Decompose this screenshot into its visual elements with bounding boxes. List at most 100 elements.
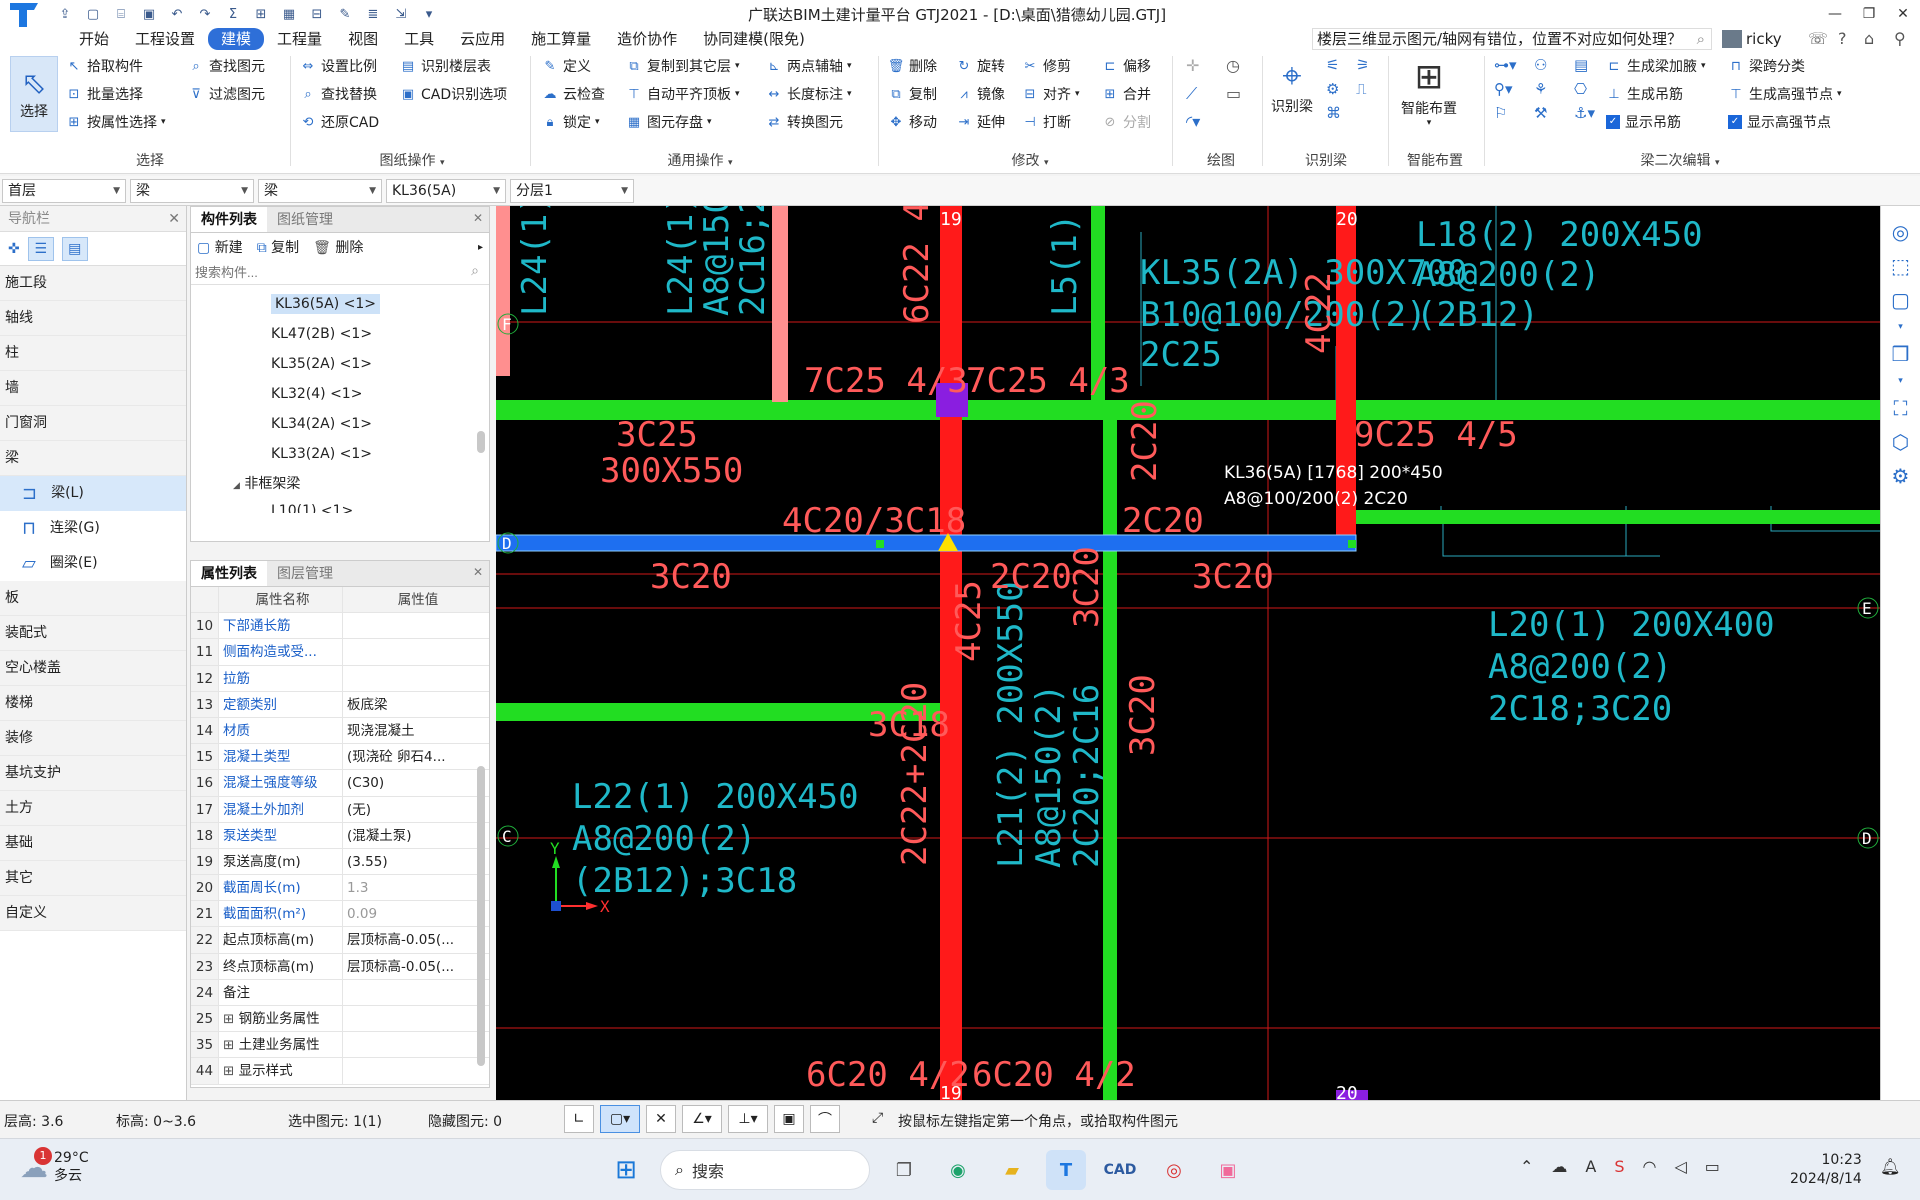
curve-toggle-icon[interactable]: ⌒ (810, 1105, 840, 1133)
redo-icon[interactable]: ↷ (194, 3, 216, 25)
bilibili-icon[interactable]: ▣ (1208, 1150, 1248, 1190)
minimize-button[interactable]: — (1818, 0, 1852, 28)
beam-edit-7-icon[interactable]: ⚐ (1494, 104, 1534, 122)
customize-icon[interactable]: ▾ (418, 3, 440, 25)
cross-toggle-icon[interactable]: ✕ (646, 1105, 676, 1133)
file-explorer-icon[interactable]: ▰ (992, 1150, 1032, 1190)
generate-high-strength-node-button[interactable]: ⊤ 生成高强节点 ▾ (1728, 82, 1841, 106)
beam-edit-1-icon[interactable]: ⊶▾ (1494, 56, 1534, 74)
close-button[interactable]: ✕ (1886, 0, 1920, 28)
fullscreen-icon[interactable]: ⛶ (1894, 396, 1908, 420)
point-draw-icon[interactable]: ✛ (1186, 56, 1226, 78)
two-point-axis-button[interactable]: ⊾ 两点辅轴 ▾ (766, 54, 852, 78)
settings-view-icon[interactable]: ⚙ (1892, 464, 1910, 488)
property-row[interactable]: 17 混凝土外加剂 (无) (191, 796, 489, 823)
find-element-button[interactable]: ⌕ 查找图元 (188, 54, 265, 78)
report-icon[interactable]: ⊞ (250, 3, 272, 25)
cad-app-icon[interactable]: CAD (1100, 1150, 1140, 1190)
property-value[interactable] (343, 1032, 489, 1057)
cad-drawing[interactable]: 19 20 19 20 F D C E D KL35(2A) 300X700 B… (496, 206, 1880, 1100)
detail-view-icon[interactable]: ▤ (61, 236, 88, 261)
netease-music-icon[interactable]: ◎ (1154, 1150, 1194, 1190)
property-row[interactable]: 12 拉筋 (191, 665, 489, 692)
drawing-canvas[interactable]: 19 20 19 20 F D C E D KL35(2A) 300X700 B… (496, 206, 1880, 1100)
layer-icon[interactable]: ≣ (362, 3, 384, 25)
nav-item-other[interactable]: 其它 (0, 861, 186, 896)
input-method-icon[interactable]: A (1585, 1157, 1596, 1176)
tab-cost-collab[interactable]: 造价协作 (604, 28, 690, 50)
nav-item-column[interactable]: 柱 (0, 336, 186, 371)
restore-button[interactable]: ❐ (1852, 0, 1886, 28)
property-row[interactable]: 19 泵送高度(m) (3.55) (191, 848, 489, 876)
tree-item-kl32[interactable]: KL32(4) <1> (191, 379, 489, 409)
arc-draw-icon[interactable]: ◜▾ (1186, 112, 1226, 134)
close-icon[interactable]: ✕ (473, 211, 483, 225)
property-value[interactable]: 板底梁 (343, 692, 489, 717)
property-value[interactable] (343, 1006, 489, 1031)
nav-item-foundation[interactable]: 基础 (0, 826, 186, 861)
set-scale-button[interactable]: ⇔ 设置比例 (300, 54, 379, 78)
scrollbar[interactable] (477, 431, 485, 453)
pick-component-button[interactable]: ↖ 拾取构件 (66, 54, 166, 78)
pen-icon[interactable]: ✎ (334, 3, 356, 25)
nav-item-beam[interactable]: 梁 (0, 441, 186, 476)
tree-group-non-frame[interactable]: ◢ 非框架梁 (191, 469, 489, 499)
delete-component-button[interactable]: 🗑︎ 删除 (313, 237, 363, 257)
property-row[interactable]: 25 ⊞ 钢筋业务属性 (191, 1006, 489, 1033)
rotate-point-icon[interactable]: ◷ (1226, 56, 1266, 78)
nav-item-stairs[interactable]: 楼梯 (0, 686, 186, 721)
wps-icon[interactable]: S (1614, 1157, 1624, 1176)
restore-cad-button[interactable]: ⟲ 还原CAD (300, 110, 380, 134)
expand-plus-icon[interactable]: ⊞ (223, 1063, 239, 1079)
copy-to-other-floor-button[interactable]: ⧉ 复制到其它层 ▾ (626, 54, 739, 78)
tab-project-settings[interactable]: 工程设置 (122, 28, 208, 50)
box-view-icon[interactable]: ❒ (1892, 342, 1910, 366)
tab-drawing-management[interactable]: 图纸管理 (267, 207, 343, 232)
beam-edit-2-icon[interactable]: ⚇ (1534, 56, 1574, 74)
group-label-common[interactable]: 通用操作 ▾ (650, 150, 750, 170)
undo-icon[interactable]: ↶ (166, 3, 188, 25)
display-toggle-icon[interactable]: ▣ (774, 1105, 804, 1133)
filter-element-button[interactable]: ⊽ 过滤图元 (188, 82, 265, 106)
generate-haunch-button[interactable]: ⊏ 生成梁加腋 ▾ (1606, 54, 1706, 78)
property-row[interactable]: 23 终点顶标高(m) 层顶标高-0.05(... (191, 953, 489, 980)
property-value[interactable]: (混凝土泵) (343, 823, 489, 848)
tab-collab-modeling[interactable]: 协同建模(限免) (690, 28, 818, 50)
nav-item-openings[interactable]: 门窗洞 (0, 406, 186, 441)
merge-button[interactable]: ⊞ 合并 (1102, 82, 1151, 106)
property-row[interactable]: 13 定额类别 板底梁 (191, 691, 489, 718)
break-button[interactable]: ⊣ 打断 (1022, 110, 1080, 134)
table-icon[interactable]: ▦ (278, 3, 300, 25)
tab-start[interactable]: 开始 (66, 28, 122, 50)
onedrive-icon[interactable]: ☁ (1551, 1157, 1567, 1176)
view-dropdown-icon[interactable]: ▾ (1898, 376, 1903, 386)
tray-chevron-icon[interactable]: ⌃ (1520, 1157, 1533, 1176)
recog-option-5-icon[interactable]: ⌘ (1326, 104, 1356, 122)
tree-item-l10[interactable]: L10(1) <1> (191, 499, 489, 513)
property-value[interactable]: (无) (343, 797, 489, 822)
property-value[interactable] (343, 613, 489, 638)
select-by-property-button[interactable]: ⊞ 按属性选择 ▾ (66, 110, 166, 134)
tab-view[interactable]: 视图 (335, 28, 391, 50)
property-row[interactable]: 18 泵送类型 (混凝土泵) (191, 822, 489, 849)
property-row[interactable]: 21 截面面积(m²) 0.09 (191, 901, 489, 928)
property-value[interactable]: 层顶标高-0.05(... (343, 954, 489, 979)
orbit-icon[interactable]: ◎ (1892, 220, 1909, 244)
category-select[interactable]: 梁 ▼ (130, 179, 254, 203)
nav-item-custom[interactable]: 自定义 (0, 896, 186, 931)
group-label-modify[interactable]: 修改 ▾ (990, 150, 1070, 170)
mirror-button[interactable]: ⩘ 镜像 (956, 82, 1005, 106)
split-button[interactable]: ⊘ 分割 (1102, 110, 1151, 134)
nav-item-wall[interactable]: 墙 (0, 371, 186, 406)
convert-element-button[interactable]: ⇄ 转换图元 (766, 110, 852, 134)
save-element-button[interactable]: ▦ 图元存盘 ▾ (626, 110, 740, 134)
top-view-icon[interactable]: ▢ (1891, 288, 1910, 312)
define-button[interactable]: ✎ 定义 (542, 54, 605, 78)
tree-item-kl47[interactable]: KL47(2B) <1> (191, 319, 489, 349)
rect-draw-icon[interactable]: ▭ (1226, 84, 1266, 106)
nav-item-pit-support[interactable]: 基坑支护 (0, 756, 186, 791)
rotate-button[interactable]: ↻ 旋转 (956, 54, 1005, 78)
extend-button[interactable]: ⇥ 延伸 (956, 110, 1005, 134)
battery-icon[interactable]: ▭ (1705, 1157, 1720, 1176)
help-search-box[interactable]: 楼层三维显示图元/轴网有错位，位置不对应如何处理？ ⌕ (1312, 28, 1712, 50)
